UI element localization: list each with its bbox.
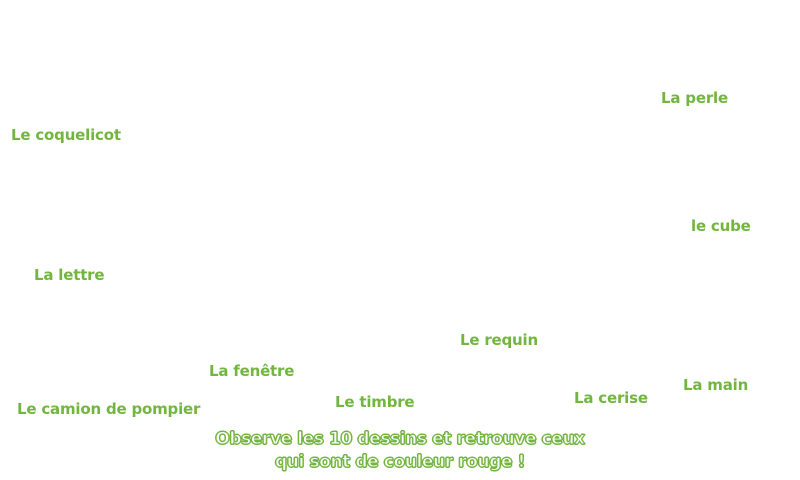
- label-la-fenetre[interactable]: La fenêtre: [209, 362, 294, 380]
- label-la-main[interactable]: La main: [683, 376, 748, 394]
- label-le-coquelicot[interactable]: Le coquelicot: [11, 126, 121, 144]
- label-le-camion-de-pompier[interactable]: Le camion de pompier: [17, 400, 200, 418]
- label-le-cube[interactable]: le cube: [691, 217, 751, 235]
- instruction-text: Observe les 10 dessins et retrouve ceux …: [200, 428, 600, 474]
- instruction-line-1: Observe les 10 dessins et retrouve ceux: [215, 429, 586, 450]
- game-board: La perle Le coquelicot le cube La lettre…: [0, 0, 800, 480]
- label-la-cerise[interactable]: La cerise: [574, 389, 648, 407]
- label-la-perle[interactable]: La perle: [661, 89, 728, 107]
- instruction-line-2: qui sont de couleur rouge !: [275, 452, 526, 473]
- label-le-requin[interactable]: Le requin: [460, 331, 538, 349]
- label-le-timbre[interactable]: Le timbre: [335, 393, 415, 411]
- label-la-lettre[interactable]: La lettre: [34, 266, 105, 284]
